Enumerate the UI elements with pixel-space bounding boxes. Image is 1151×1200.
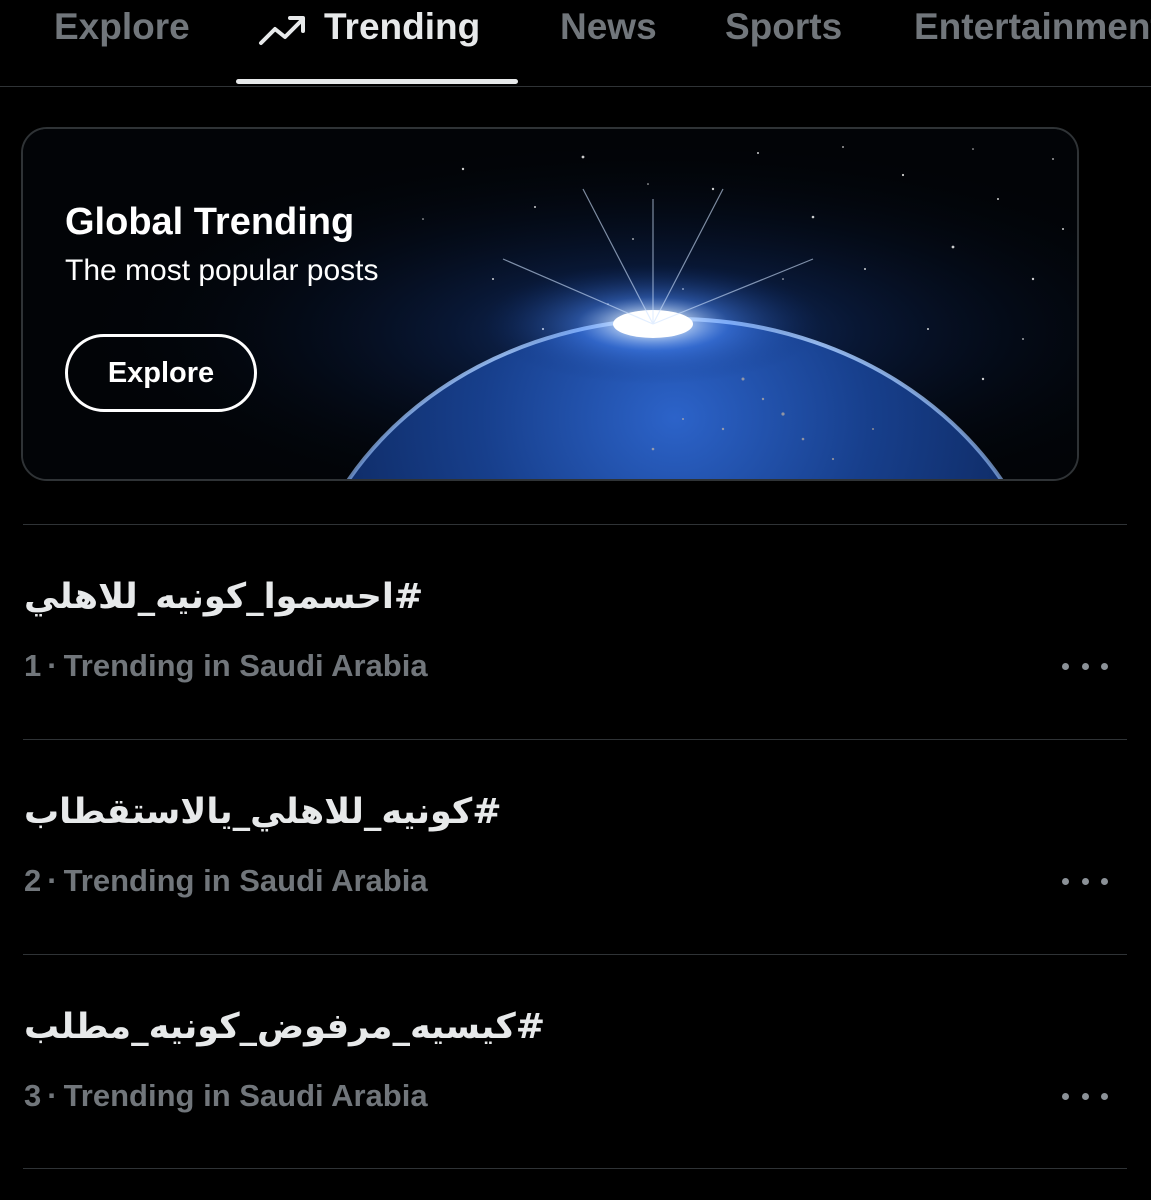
- tab-explore-label: Explore: [54, 6, 190, 47]
- trend-separator: ·: [47, 1078, 58, 1113]
- trend-hashtag: #احسموا_كونيه_للاهلي: [24, 577, 424, 617]
- trend-rank: 2: [24, 863, 42, 898]
- trend-item-3[interactable]: #كيسيه_مرفوض_كونيه_مطلب 3 · Trending in Sa…: [0, 955, 1151, 1169]
- tab-entertainment[interactable]: Entertainment: [914, 0, 1151, 86]
- tab-sports[interactable]: Sports: [725, 0, 842, 86]
- trend-hashtag: #كيسيه_مرفوض_كونيه_مطلب: [24, 1007, 546, 1047]
- trend-context: Trending in Saudi Arabia: [63, 648, 428, 683]
- trend-item-2[interactable]: #كونيه_للاهلي_يالاستقطاب 2 · Trending in S…: [0, 740, 1151, 954]
- trend-context: Trending in Saudi Arabia: [63, 863, 428, 898]
- tab-news[interactable]: News: [560, 0, 657, 86]
- trend-meta: 1 · Trending in Saudi Arabia: [24, 648, 428, 684]
- trend-meta: 3 · Trending in Saudi Arabia: [24, 1078, 428, 1114]
- hero-title: Global Trending: [65, 201, 355, 243]
- trend-rank: 3: [24, 1078, 42, 1113]
- hero-explore-button[interactable]: Explore: [65, 334, 257, 412]
- trend-separator: ·: [47, 648, 58, 683]
- trending-up-icon: [259, 16, 305, 45]
- more-horizontal-icon[interactable]: [1062, 869, 1108, 893]
- earth-from-space-image: [23, 129, 1077, 479]
- divider: [23, 1168, 1127, 1169]
- trend-hashtag: #كونيه_للاهلي_يالاستقطاب: [24, 792, 502, 832]
- trend-rank: 1: [24, 648, 42, 683]
- more-horizontal-icon[interactable]: [1062, 1084, 1108, 1108]
- trend-item-1[interactable]: #احسموا_كونيه_للاهلي 1 · Trending in Saudi…: [0, 525, 1151, 739]
- trend-separator: ·: [47, 863, 58, 898]
- active-tab-indicator: [236, 79, 518, 84]
- more-horizontal-icon[interactable]: [1062, 654, 1108, 678]
- hero-subtitle: The most popular posts: [65, 254, 379, 287]
- trend-context: Trending in Saudi Arabia: [63, 1078, 428, 1113]
- trend-meta: 2 · Trending in Saudi Arabia: [24, 863, 428, 899]
- tab-news-label: News: [560, 6, 657, 47]
- tab-entertainment-label: Entertainment: [914, 6, 1151, 47]
- top-tab-bar: Explore Trending News Sports Entertainme…: [0, 0, 1151, 87]
- tab-explore[interactable]: Explore: [54, 0, 190, 86]
- global-trending-card[interactable]: Global Trending The most popular posts E…: [21, 127, 1079, 481]
- tab-trending[interactable]: Trending: [258, 0, 480, 86]
- tab-sports-label: Sports: [725, 6, 843, 47]
- tab-trending-label: Trending: [324, 6, 481, 47]
